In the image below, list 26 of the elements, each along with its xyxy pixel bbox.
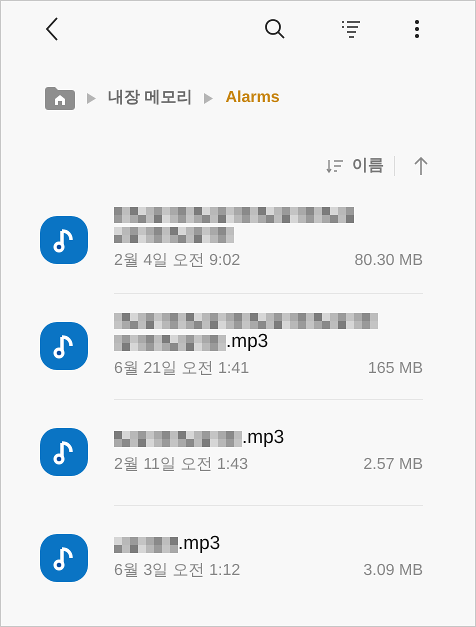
music-note-icon bbox=[40, 534, 88, 582]
breadcrumb-item[interactable]: 내장 메모리 bbox=[108, 86, 192, 110]
chevron-right-icon bbox=[87, 92, 96, 104]
sort-icon bbox=[326, 158, 344, 174]
file-date: 2월 4일 오전 9:02 bbox=[114, 251, 240, 271]
file-date: 6월 21일 오전 1:41 bbox=[114, 358, 250, 378]
file-extension: .mp3 bbox=[226, 332, 268, 350]
file-extension: .mp3 bbox=[242, 428, 284, 446]
file-size: 80.30 MB bbox=[354, 251, 423, 271]
arrow-up-icon bbox=[413, 156, 429, 176]
music-note-icon bbox=[40, 428, 88, 476]
file-size: 165 MB bbox=[368, 358, 423, 378]
file-date: 6월 3일 오전 1:12 bbox=[114, 560, 240, 580]
file-date: 2월 11일 오전 1:43 bbox=[114, 454, 248, 474]
music-note-icon bbox=[40, 216, 88, 264]
file-extension: .mp3 bbox=[178, 534, 220, 552]
music-note-icon bbox=[40, 322, 88, 370]
home-folder-button[interactable] bbox=[45, 86, 75, 110]
breadcrumb-item[interactable]: Alarms bbox=[225, 86, 280, 110]
file-size: 2.57 MB bbox=[363, 454, 423, 474]
home-folder-icon bbox=[45, 86, 75, 110]
chevron-right-icon bbox=[204, 92, 214, 104]
search-icon bbox=[263, 17, 287, 41]
file-size: 3.09 MB bbox=[363, 560, 423, 580]
more-vertical-icon bbox=[415, 20, 419, 38]
sort-button[interactable]: 이름 bbox=[326, 154, 384, 178]
